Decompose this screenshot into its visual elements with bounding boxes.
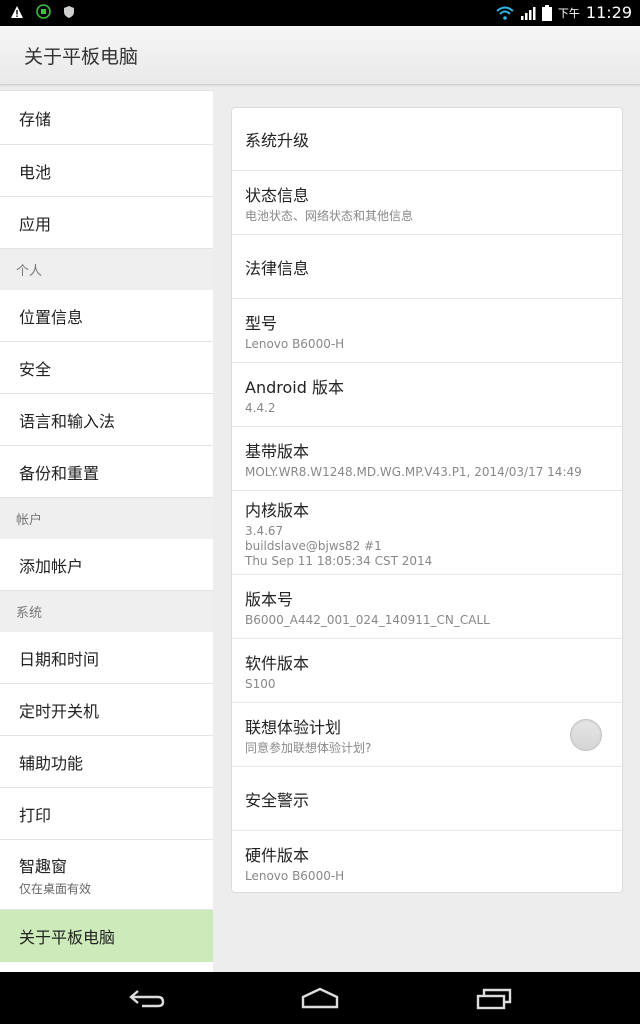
sidebar-item[interactable]: 位置信息 (0, 290, 213, 342)
sidebar-item-label: 定时开关机 (19, 701, 100, 721)
clock: 11:29 (585, 3, 632, 22)
shield-icon (64, 5, 74, 18)
sidebar-item-label: 存储 (19, 109, 52, 129)
sidebar-item-label: 安全 (19, 359, 52, 379)
sidebar-item[interactable]: 关于平板电脑 (0, 910, 213, 962)
sidebar-item-label: 语言和输入法 (19, 411, 116, 431)
about-row-subtitle-line: buildslave@bjws82 #1 (245, 538, 382, 553)
sidebar-item[interactable]: 定时开关机 (0, 684, 213, 736)
about-row[interactable]: 型号 Lenovo B6000-H (232, 299, 622, 363)
about-row-subtitle: 电池状态、网络状态和其他信息 (245, 208, 414, 223)
about-row-subtitle: MOLY.WR8.W1248.MD.WG.MP.V43.P1, 2014/03/… (245, 464, 582, 479)
about-row-subtitle: S100 (245, 676, 276, 691)
sidebar-item[interactable]: 存储 (0, 90, 213, 145)
clock-ampm: 下午 (557, 6, 580, 20)
sidebar-item-label: 打印 (19, 805, 52, 825)
battery-icon (541, 4, 552, 21)
about-row[interactable]: Android 版本 4.4.2 (232, 363, 622, 427)
about-row-title: 安全警示 (245, 790, 310, 810)
sidebar-section-header: 系统 (0, 591, 213, 632)
about-tablet-panel: 系统升级状态信息电池状态、网络状态和其他信息法律信息型号 Lenovo B6000… (231, 107, 623, 893)
status-bar: 下午 11:29 (0, 0, 640, 26)
experience-plan-toggle[interactable] (570, 718, 602, 751)
about-row[interactable]: 法律信息 (232, 235, 622, 299)
about-row[interactable]: 版本号 B6000_A442_001_024_140911_CN_CALL (232, 575, 622, 639)
navigation-bar (0, 972, 640, 1024)
about-row[interactable]: 安全警示 (232, 767, 622, 831)
about-row[interactable]: 基带版本 MOLY.WR8.W1248.MD.WG.MP.V43.P1, 2014… (232, 427, 622, 491)
about-row-title: 软件版本 (245, 653, 310, 673)
signal-icon (520, 6, 536, 20)
about-row-title: 内核版本 (245, 500, 310, 520)
about-row-subtitle: 同意参加联想体验计划? (245, 740, 372, 755)
about-row-title: 版本号 (245, 589, 294, 609)
about-row-title: 联想体验计划 (245, 717, 342, 737)
sidebar-item-label: 日期和时间 (19, 649, 100, 669)
sidebar-section-header: 帐户 (0, 498, 213, 539)
warning-icon (11, 5, 23, 18)
about-row[interactable]: 联想体验计划同意参加联想体验计划? (232, 703, 622, 767)
action-bar: 关于平板电脑 (0, 26, 640, 85)
sidebar-item-subtitle: 仅在桌面有效 (19, 881, 92, 896)
about-row-subtitle: B6000_A442_001_024_140911_CN_CALL (245, 612, 490, 627)
sidebar-item-label: 应用 (19, 214, 52, 234)
sidebar-item[interactable]: 日期和时间 (0, 632, 213, 684)
sidebar-item-label: 位置信息 (19, 307, 84, 327)
about-row-title: 基带版本 (245, 441, 310, 461)
home-icon[interactable] (300, 986, 340, 1010)
sidebar-item-label: 辅助功能 (19, 753, 84, 773)
about-row-subtitle: Lenovo B6000-H (245, 868, 345, 883)
sidebar-item[interactable]: 电池 (0, 145, 213, 197)
about-row[interactable]: 系统升级 (232, 108, 622, 171)
sidebar-section-header: 个人 (0, 249, 213, 290)
back-icon[interactable] (128, 986, 166, 1010)
about-row-subtitle-line: 3.4.67 (245, 523, 284, 538)
sidebar-item[interactable]: 智趣窗 仅在桌面有效 (0, 840, 213, 910)
about-row-title: 硬件版本 (245, 845, 310, 865)
sidebar-item-label: 备份和重置 (19, 463, 100, 483)
wifi-icon (496, 6, 514, 20)
about-row-subtitle: Lenovo B6000-H (245, 336, 345, 351)
sidebar-item[interactable]: 添加帐户 (0, 539, 213, 591)
sidebar-item[interactable]: 辅助功能 (0, 736, 213, 788)
sidebar-item-label: 添加帐户 (19, 556, 84, 576)
about-row[interactable]: 硬件版本 Lenovo B6000-H (232, 831, 622, 892)
about-row-subtitle: 4.4.2 (245, 400, 276, 415)
about-row-title: 型号 (245, 313, 278, 333)
sidebar-item-label: 电池 (19, 162, 52, 182)
sidebar-item[interactable]: 语言和输入法 (0, 394, 213, 446)
sidebar-item[interactable]: 安全 (0, 342, 213, 394)
about-row-title: 状态信息 (245, 185, 310, 205)
about-row[interactable]: 软件版本 S100 (232, 639, 622, 703)
about-row-title: 法律信息 (245, 258, 310, 278)
about-row-title: Android 版本 (245, 377, 344, 397)
sidebar-item[interactable]: 备份和重置 (0, 446, 213, 498)
about-row[interactable]: 内核版本 3.4.67 buildslave@bjws82 #1 Thu Sep 11… (232, 491, 622, 575)
about-row[interactable]: 状态信息电池状态、网络状态和其他信息 (232, 171, 622, 235)
sidebar-item[interactable]: 打印 (0, 788, 213, 840)
about-row-subtitle-line: Thu Sep 11 18:05:34 CST 2014 (245, 553, 433, 568)
page-title: 关于平板电脑 (24, 46, 139, 68)
about-row-title: 系统升级 (245, 131, 310, 150)
settings-sidebar: 存储电池应用个人位置信息安全语言和输入法 备份和重置帐户添加帐户系统日期和时间定时… (0, 90, 213, 972)
sidebar-item-label: 关于平板电脑 (19, 928, 116, 947)
sidebar-item[interactable]: 应用 (0, 197, 213, 249)
app-badge-icon (36, 4, 51, 19)
sidebar-item-label: 智趣窗 (19, 856, 68, 876)
recent-apps-icon[interactable] (475, 986, 513, 1010)
